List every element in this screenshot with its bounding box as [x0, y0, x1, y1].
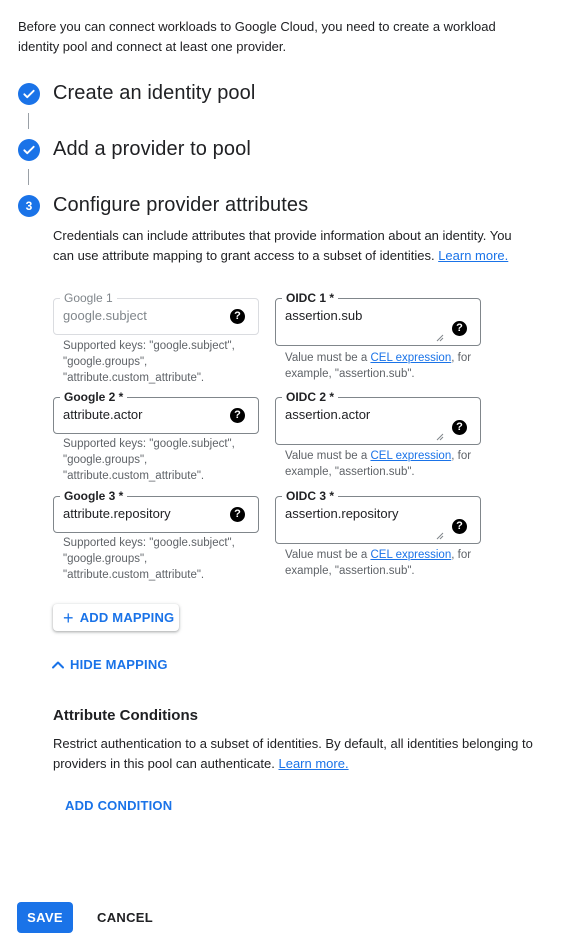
- intro-text: Before you can connect workloads to Goog…: [18, 19, 496, 54]
- help-icon[interactable]: ?: [230, 309, 245, 324]
- step-connector: [28, 113, 29, 129]
- oidc-attribute-1-hint: Value must be a CEL expression, for exam…: [285, 350, 485, 382]
- add-condition-button[interactable]: ADD CONDITION: [65, 798, 172, 813]
- google-attribute-1-field[interactable]: Google 1 google.subject ?: [53, 291, 259, 335]
- hide-mapping-button[interactable]: HIDE MAPPING: [51, 657, 168, 672]
- attribute-conditions-description: Restrict authentication to a subset of i…: [53, 734, 533, 774]
- oidc-attribute-3-hint: Value must be a CEL expression, for exam…: [285, 547, 485, 579]
- oidc-attribute-2-hint: Value must be a CEL expression, for exam…: [285, 448, 485, 480]
- field-label: OIDC 2 *: [282, 390, 339, 404]
- field-value: attribute.actor: [63, 407, 143, 422]
- field-value: attribute.repository: [63, 506, 171, 521]
- field-value: assertion.repository: [285, 506, 399, 521]
- resize-grip-icon[interactable]: [436, 334, 444, 342]
- field-label: OIDC 1 *: [282, 291, 339, 305]
- configure-provider-page: Before you can connect workloads to Goog…: [0, 0, 583, 948]
- oidc-attribute-1-field[interactable]: OIDC 1 * assertion.sub ?: [275, 291, 481, 346]
- step-title: Configure provider attributes: [53, 194, 309, 216]
- help-icon[interactable]: ?: [452, 519, 467, 534]
- cel-expression-link[interactable]: CEL expression: [370, 450, 451, 462]
- step-create-pool: Create an identity pool: [18, 82, 255, 105]
- cancel-button[interactable]: CANCEL: [97, 910, 153, 925]
- step-title: Create an identity pool: [53, 82, 256, 104]
- plus-icon: +: [63, 607, 74, 628]
- step-description: Credentials can include attributes that …: [53, 226, 533, 266]
- help-icon[interactable]: ?: [452, 321, 467, 336]
- hint-prefix: Value must be a: [285, 352, 368, 364]
- hide-mapping-label: HIDE MAPPING: [70, 657, 168, 672]
- add-mapping-button[interactable]: + ADD MAPPING: [53, 604, 179, 631]
- save-button[interactable]: SAVE: [17, 902, 73, 933]
- resize-grip-icon[interactable]: [436, 532, 444, 540]
- cel-expression-link[interactable]: CEL expression: [370, 352, 451, 364]
- field-label: Google 3 *: [60, 489, 128, 503]
- learn-more-link[interactable]: Learn more.: [278, 756, 348, 771]
- field-label: Google 2 *: [60, 390, 128, 404]
- field-value: assertion.actor: [285, 407, 371, 422]
- chevron-up-icon: [52, 661, 64, 668]
- cel-expression-link[interactable]: CEL expression: [370, 549, 451, 561]
- hint-prefix: Value must be a: [285, 450, 368, 462]
- field-value: google.subject: [63, 308, 147, 323]
- check-icon: [18, 138, 40, 161]
- resize-grip-icon[interactable]: [436, 433, 444, 441]
- check-icon: [18, 82, 40, 105]
- hint-prefix: Value must be a: [285, 549, 368, 561]
- google-attribute-1-hint: Supported keys: "google.subject", "googl…: [63, 340, 235, 384]
- google-attribute-2-hint: Supported keys: "google.subject", "googl…: [63, 438, 235, 482]
- step-configure-attributes: 3 Configure provider attributes: [18, 194, 308, 217]
- step-add-provider: Add a provider to pool: [18, 138, 251, 161]
- help-icon[interactable]: ?: [230, 408, 245, 423]
- oidc-attribute-3-field[interactable]: OIDC 3 * assertion.repository ?: [275, 489, 481, 544]
- help-icon[interactable]: ?: [230, 507, 245, 522]
- field-value: assertion.sub: [285, 308, 363, 323]
- add-mapping-label: ADD MAPPING: [79, 610, 175, 625]
- google-attribute-2-field[interactable]: Google 2 * attribute.actor ?: [53, 390, 259, 434]
- step-title: Add a provider to pool: [53, 138, 251, 160]
- google-attribute-3-hint: Supported keys: "google.subject", "googl…: [63, 537, 235, 581]
- learn-more-link[interactable]: Learn more.: [438, 248, 508, 263]
- field-label: OIDC 3 *: [282, 489, 339, 503]
- step-connector: [28, 169, 29, 185]
- step-number-badge: 3: [18, 194, 40, 217]
- attribute-conditions-title: Attribute Conditions: [53, 707, 198, 724]
- google-attribute-3-field[interactable]: Google 3 * attribute.repository ?: [53, 489, 259, 533]
- field-label: Google 1: [60, 291, 117, 305]
- oidc-attribute-2-field[interactable]: OIDC 2 * assertion.actor ?: [275, 390, 481, 445]
- help-icon[interactable]: ?: [452, 420, 467, 435]
